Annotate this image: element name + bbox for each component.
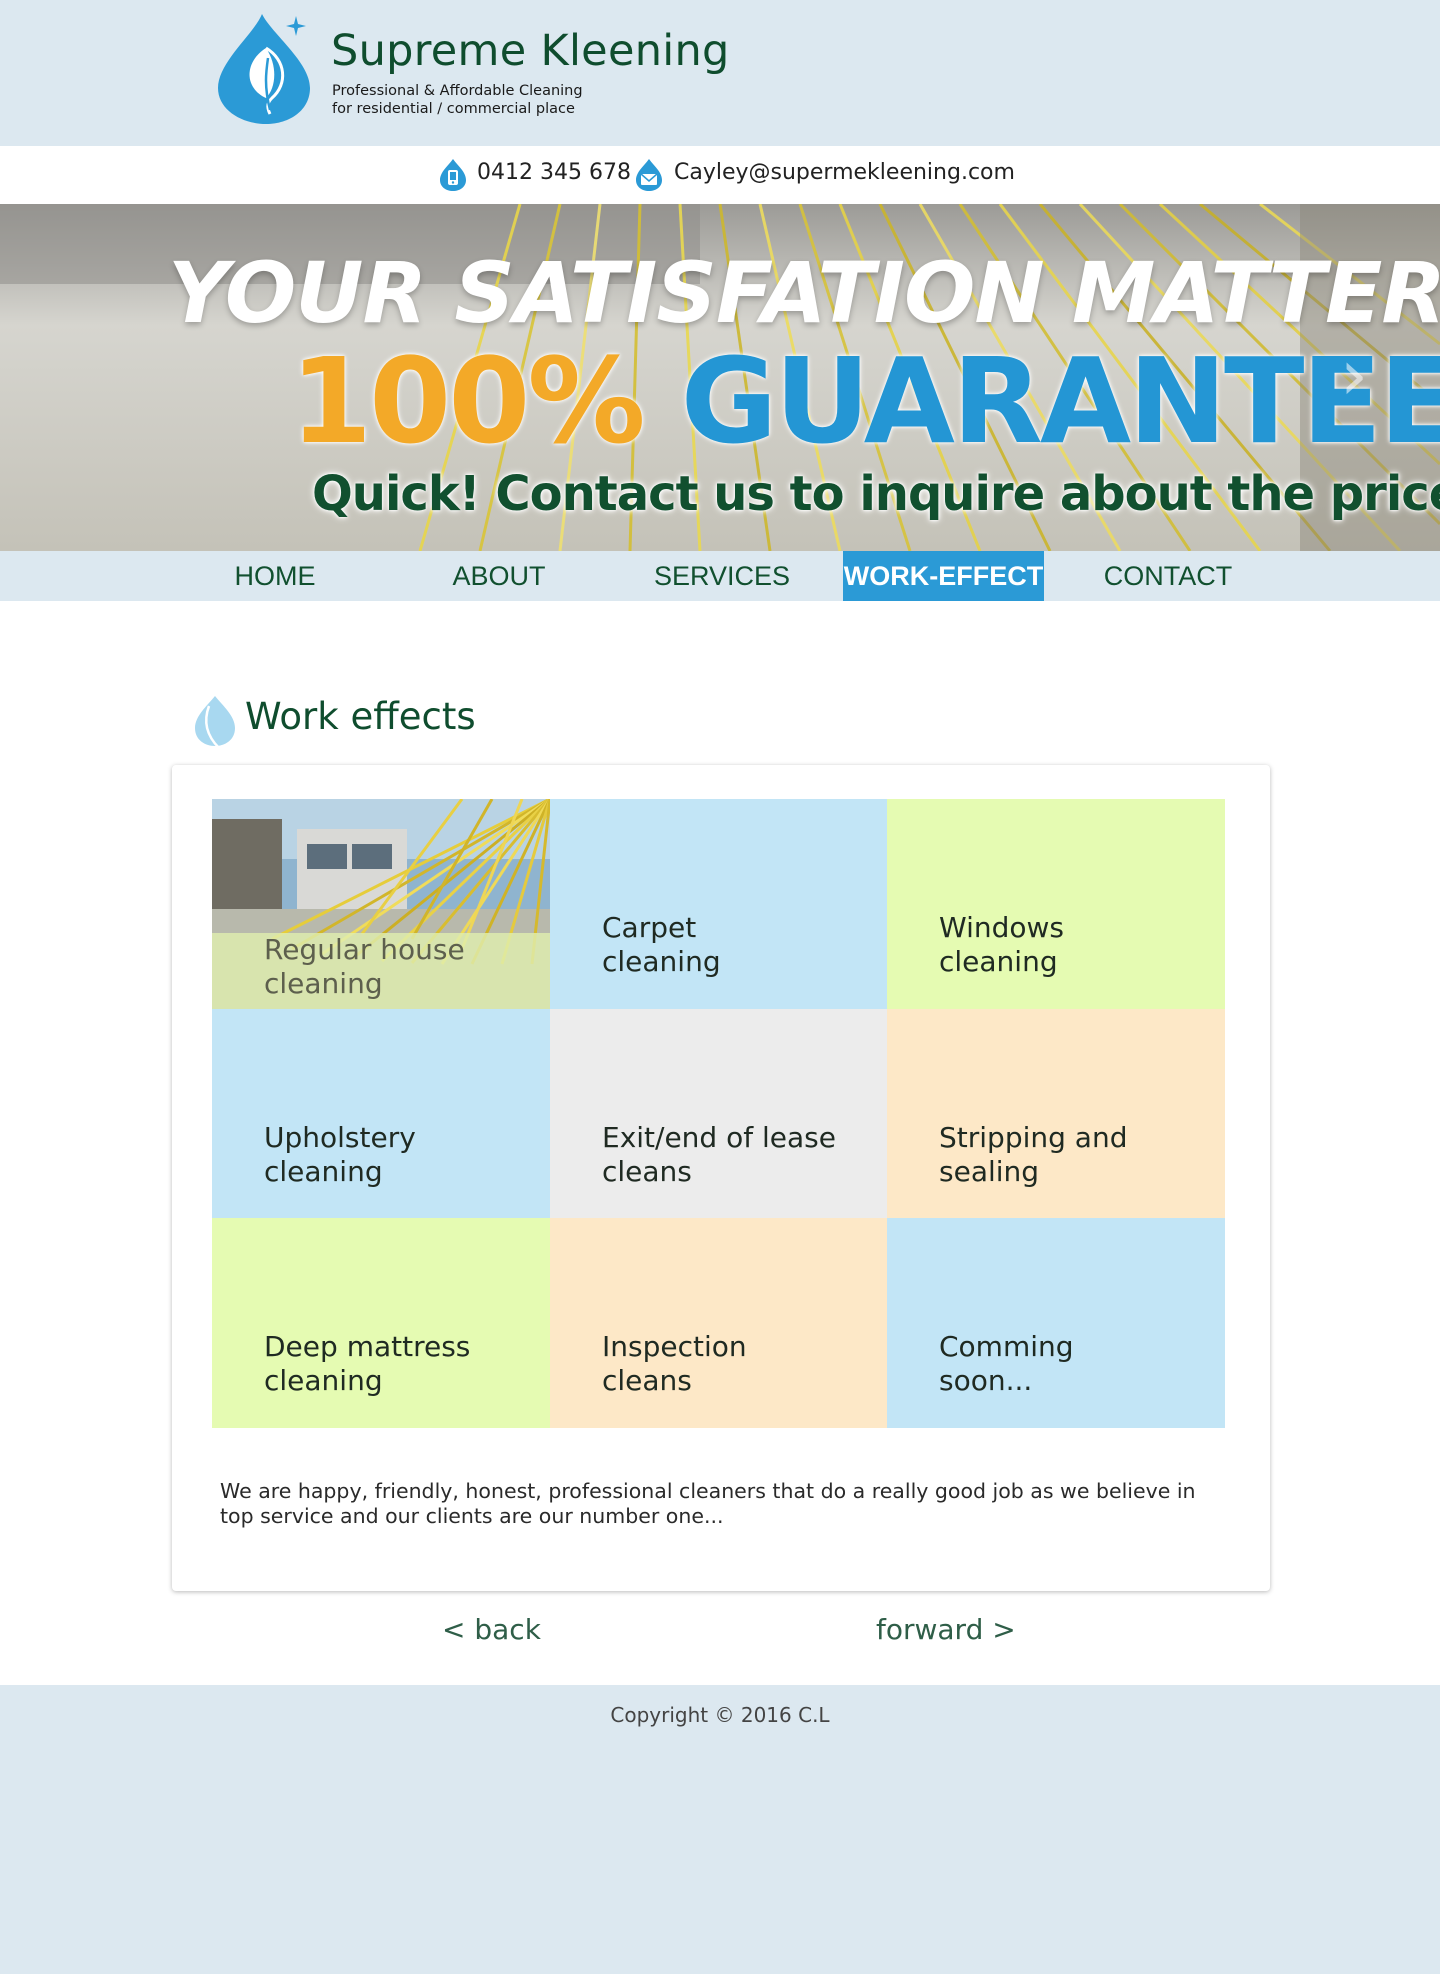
hero-percent: 100% [290, 332, 646, 470]
hero-call-to-action: Quick! Contact us to inquire about the p… [312, 466, 1440, 522]
tile-label-line-2: sealing [939, 1155, 1040, 1188]
tile-exit-end-of-lease-cleans[interactable]: Exit/end of lease cleans [550, 1009, 888, 1219]
tile-label-line-1: Inspection [602, 1330, 747, 1363]
tile-label-line-2: cleaning [939, 945, 1058, 978]
brand-tagline: Professional & Affordable Cleaning for r… [332, 82, 583, 118]
tile-label: Upholstery cleaning [264, 1121, 416, 1189]
services-grid: Regular house cleaning Carpet cleaning W… [212, 799, 1225, 1428]
tile-label-line-2: cleaning [264, 1364, 383, 1397]
copyright-text: Copyright © 2016 C.L [610, 1703, 830, 1727]
site-footer: Copyright © 2016 C.L [0, 1685, 1440, 1974]
nav-services[interactable]: SERVICES [648, 551, 796, 601]
tile-windows-cleaning[interactable]: Windows cleaning [887, 799, 1225, 1009]
tile-regular-house-cleaning[interactable]: Regular house cleaning [212, 799, 550, 1009]
tile-label-line-1: Upholstery [264, 1121, 416, 1154]
water-drop-leaf-logo-icon[interactable] [214, 10, 318, 126]
tile-comming-soon[interactable]: Comming soon... [887, 1218, 1225, 1428]
tile-label-line-1: Stripping and [939, 1121, 1128, 1154]
tile-label: Carpet cleaning [602, 911, 721, 979]
tile-inspection-cleans[interactable]: Inspection cleans [550, 1218, 888, 1428]
tagline-line-1: Professional & Affordable Cleaning [332, 83, 583, 99]
tile-label: Regular house cleaning [264, 933, 465, 1001]
tagline-line-2: for residential / commercial place [332, 101, 575, 117]
brand-name[interactable]: Supreme Kleening [331, 26, 730, 76]
tile-stripping-and-sealing[interactable]: Stripping and sealing [887, 1009, 1225, 1219]
tile-label-line-1: Exit/end of lease [602, 1121, 836, 1154]
hero-guarantee: 100% GUARANTEED [290, 332, 1440, 470]
work-effects-card: Regular house cleaning Carpet cleaning W… [172, 765, 1270, 1591]
contact-bar: 0412 345 678 Cayley@supermekleening.com [0, 146, 1440, 204]
phone-number[interactable]: 0412 345 678 [477, 160, 631, 185]
tile-label-line-2: cleans [602, 1364, 692, 1397]
tile-upholstery-cleaning[interactable]: Upholstery cleaning [212, 1009, 550, 1219]
leaf-drop-icon [195, 696, 235, 749]
tile-label-line-1: Regular house [264, 933, 465, 966]
description-text: We are happy, friendly, honest, professi… [220, 1479, 1196, 1528]
forward-link[interactable]: forward > [876, 1613, 1016, 1646]
back-link[interactable]: < back [442, 1613, 541, 1646]
tile-label: Exit/end of lease cleans [602, 1121, 836, 1189]
site-header: Supreme Kleening Professional & Affordab… [0, 0, 1440, 146]
tile-label-line-2: cleaning [264, 967, 383, 1000]
page-title: Work effects [245, 695, 476, 738]
tile-label-line-2: cleans [602, 1155, 692, 1188]
nav-home[interactable]: HOME [205, 551, 345, 601]
hero-headline: YOUR SATISFATION MATTERS [168, 244, 1440, 342]
mail-drop-icon [636, 159, 662, 191]
slider-next-icon[interactable]: › [1340, 334, 1368, 416]
nav-contact[interactable]: CONTACT [1090, 551, 1246, 601]
hero-banner: YOUR SATISFATION MATTERS 100% GUARANTEED… [0, 204, 1440, 551]
tile-label-line-2: cleaning [602, 945, 721, 978]
tile-label-line-1: Comming [939, 1330, 1074, 1363]
nav-work-effect[interactable]: WORK-EFFECT [843, 551, 1044, 601]
nav-about[interactable]: ABOUT [430, 551, 568, 601]
tile-label: Windows cleaning [939, 911, 1064, 979]
tile-label-line-1: Deep mattress [264, 1330, 471, 1363]
tile-deep-mattress-cleaning[interactable]: Deep mattress cleaning [212, 1218, 550, 1428]
tile-label-line-1: Carpet [602, 911, 697, 944]
main-nav: HOME ABOUT SERVICES WORK-EFFECT CONTACT [0, 551, 1440, 601]
email-address[interactable]: Cayley@supermekleening.com [674, 160, 1015, 185]
tile-label: Comming soon... [939, 1330, 1074, 1398]
tile-carpet-cleaning[interactable]: Carpet cleaning [550, 799, 888, 1009]
tile-label: Deep mattress cleaning [264, 1330, 470, 1398]
tile-label-line-2: cleaning [264, 1155, 383, 1188]
tile-label-line-1: Windows [939, 911, 1064, 944]
main-content: Work effects Regular house cleaning Carp… [0, 601, 1440, 1685]
tile-label: Inspection cleans [602, 1330, 747, 1398]
phone-drop-icon [440, 159, 466, 191]
hero-guaranteed-word: GUARANTEED [680, 332, 1440, 470]
tile-label: Stripping and sealing [939, 1121, 1127, 1189]
tile-label-line-2: soon... [939, 1364, 1033, 1397]
